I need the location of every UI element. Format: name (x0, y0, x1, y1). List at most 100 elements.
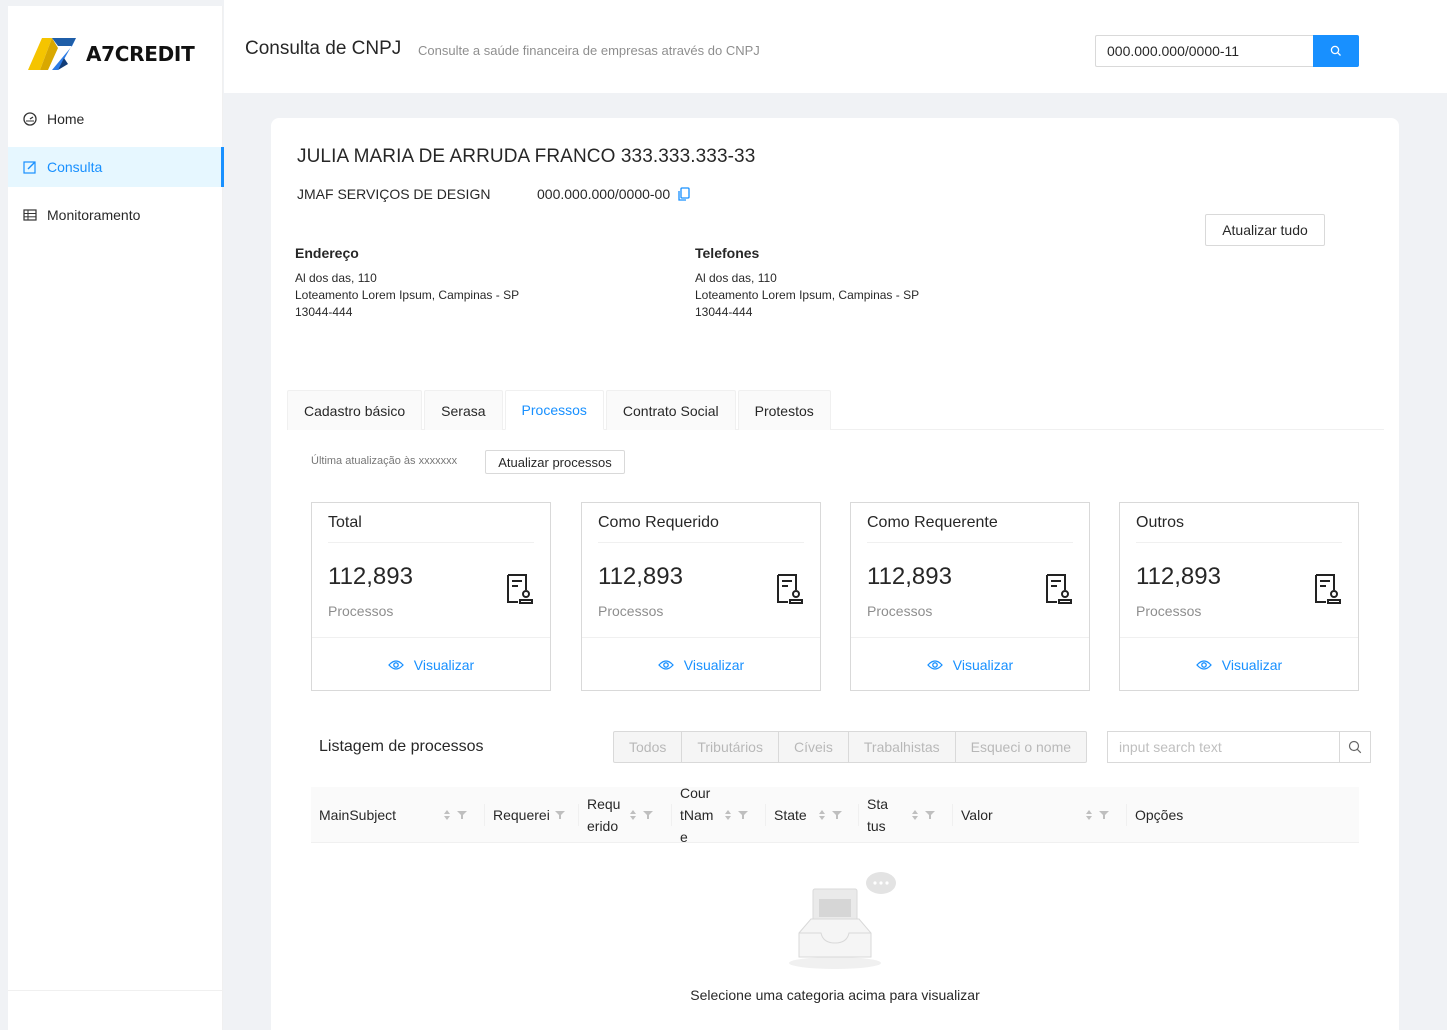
listing-search-button[interactable] (1339, 731, 1371, 763)
stat-view-button[interactable]: Visualizar (312, 637, 550, 691)
document-stamp-icon (775, 573, 803, 608)
column-label: State (774, 807, 807, 823)
sort-filter-icons (443, 809, 467, 821)
brand-logo[interactable]: A7CREDIT (28, 34, 195, 74)
cnpj-search-button[interactable] (1313, 35, 1359, 67)
address-line: Al dos das, 110 (295, 271, 377, 285)
stat-card-outros: Outros 112,893 Processos Visualizar (1119, 502, 1359, 691)
stat-view-button[interactable]: Visualizar (582, 637, 820, 691)
last-update-text: Última atualização às xxxxxxx (311, 455, 458, 467)
brand-name: A7CREDIT (86, 42, 195, 66)
sidebar-item-home[interactable]: Home (8, 99, 223, 139)
tab-protestos[interactable]: Protestos (737, 390, 831, 430)
listing-title: Listagem de processos (319, 738, 484, 755)
address-block: Endereço Al dos das, 110 Loteamento Lore… (295, 245, 519, 321)
stat-label: Processos (1136, 603, 1202, 619)
sidebar-item-consulta[interactable]: Consulta (8, 147, 224, 187)
cnpj-search (1095, 35, 1359, 67)
stat-view-button[interactable]: Visualizar (851, 637, 1089, 691)
filter-todos[interactable]: Todos (613, 731, 683, 763)
table-header: MainSubject Requerei Requ erido Cour tNam e (311, 785, 1359, 845)
sort-filter-icons (555, 810, 565, 820)
eye-icon (387, 659, 404, 671)
column-state[interactable]: State (766, 787, 859, 843)
category-filter-group: Todos Tributários Cíveis Trabalhistas Es… (613, 731, 1088, 763)
stat-view-label: Visualizar (1221, 656, 1283, 673)
tab-serasa[interactable]: Serasa (424, 390, 503, 430)
listing-search-input[interactable] (1107, 731, 1339, 763)
column-status[interactable]: Sta tus (859, 787, 953, 843)
sort-icon (1086, 810, 1092, 820)
sidebar-item-label: Home (47, 111, 85, 127)
stat-label: Processos (598, 603, 664, 619)
filter-trabalhistas[interactable]: Trabalhistas (847, 731, 956, 763)
sidebar-item-monitoramento[interactable]: Monitoramento (8, 195, 223, 235)
update-processos-button[interactable]: Atualizar processos (485, 450, 625, 474)
stat-title: Outros (1136, 514, 1342, 543)
page-header: Consulta de CNPJ Consulte a saúde financ… (224, 0, 1447, 93)
column-label: Opções (1135, 807, 1184, 823)
address-title: Endereço (295, 245, 359, 261)
phones-line: Al dos das, 110 (695, 271, 777, 285)
eye-icon (657, 659, 674, 671)
sort-filter-icons (1085, 809, 1109, 821)
sidebar: A7CREDIT Home Consulta Monitoramento (8, 6, 224, 1030)
stat-card-requerido: Como Requerido 112,893 Processos Visuali… (581, 502, 821, 691)
stat-value: 112,893 (598, 563, 683, 590)
sidebar-item-label: Consulta (47, 159, 103, 175)
filter-icon (555, 811, 565, 819)
a7-logo-icon (28, 38, 76, 70)
filter-tributarios[interactable]: Tributários (681, 731, 779, 763)
update-all-button[interactable]: Atualizar tudo (1205, 214, 1325, 246)
filter-esqueci-o-nome[interactable]: Esqueci o nome (954, 731, 1088, 763)
stat-view-button[interactable]: Visualizar (1120, 637, 1358, 691)
search-icon (1348, 740, 1362, 754)
column-valor[interactable]: Valor (953, 787, 1127, 843)
sidebar-menu: Home Consulta Monitoramento (8, 99, 224, 243)
eye-icon (926, 659, 943, 671)
filter-icon (832, 811, 842, 819)
column-label: MainSubject (319, 807, 397, 823)
sort-icon (725, 810, 731, 820)
column-label: Sta tus (867, 796, 889, 834)
tab-processos[interactable]: Processos (504, 390, 604, 430)
filter-icon (925, 811, 935, 819)
stat-title: Total (328, 514, 534, 543)
filter-civeis[interactable]: Cíveis (777, 731, 849, 763)
tab-contrato-social[interactable]: Contrato Social (605, 390, 736, 430)
stat-card-requerente: Como Requerente 112,893 Processos Visual… (850, 502, 1090, 691)
stat-title: Como Requerido (598, 514, 804, 543)
cnpj-value: 000.000.000/0000-00 (537, 186, 671, 202)
filter-icon (643, 811, 653, 819)
document-stamp-icon (505, 573, 533, 608)
stat-view-label: Visualizar (413, 656, 475, 673)
copy-icon[interactable] (678, 187, 690, 201)
sidebar-item-label: Monitoramento (47, 207, 141, 223)
column-courtname[interactable]: Cour tNam e (672, 785, 766, 845)
column-requerido[interactable]: Requ erido (579, 787, 672, 843)
page-subtitle: Consulte a saúde financeira de empresas … (418, 43, 760, 58)
sort-icon (819, 810, 825, 820)
sort-filter-icons (911, 809, 935, 821)
phones-line: Loteamento Lorem Ipsum, Campinas - SP (695, 288, 920, 302)
column-requerente[interactable]: Requerei (485, 787, 579, 843)
sort-icon (444, 810, 450, 820)
filter-icon (738, 811, 748, 819)
company-cnpj: 000.000.000/0000-00 (537, 186, 690, 202)
empty-inbox-icon (787, 871, 899, 978)
sort-filter-icons (818, 809, 842, 821)
address-line: Loteamento Lorem Ipsum, Campinas - SP (295, 288, 520, 302)
table-icon (23, 208, 37, 222)
stat-view-label: Visualizar (952, 656, 1014, 673)
column-mainsubject[interactable]: MainSubject (311, 787, 485, 843)
column-label: Requerei (493, 807, 550, 823)
document-stamp-icon (1313, 573, 1341, 608)
tab-cadastro-basico[interactable]: Cadastro básico (287, 390, 423, 430)
tab-bar: Cadastro básico Serasa Processos Contrat… (287, 390, 1384, 430)
dashboard-icon (23, 112, 37, 126)
sort-filter-icons (724, 809, 748, 821)
cnpj-search-input[interactable] (1095, 35, 1313, 67)
address-line: 13044-444 (295, 305, 353, 319)
stat-value: 112,893 (867, 563, 952, 590)
eye-icon (1195, 659, 1212, 671)
